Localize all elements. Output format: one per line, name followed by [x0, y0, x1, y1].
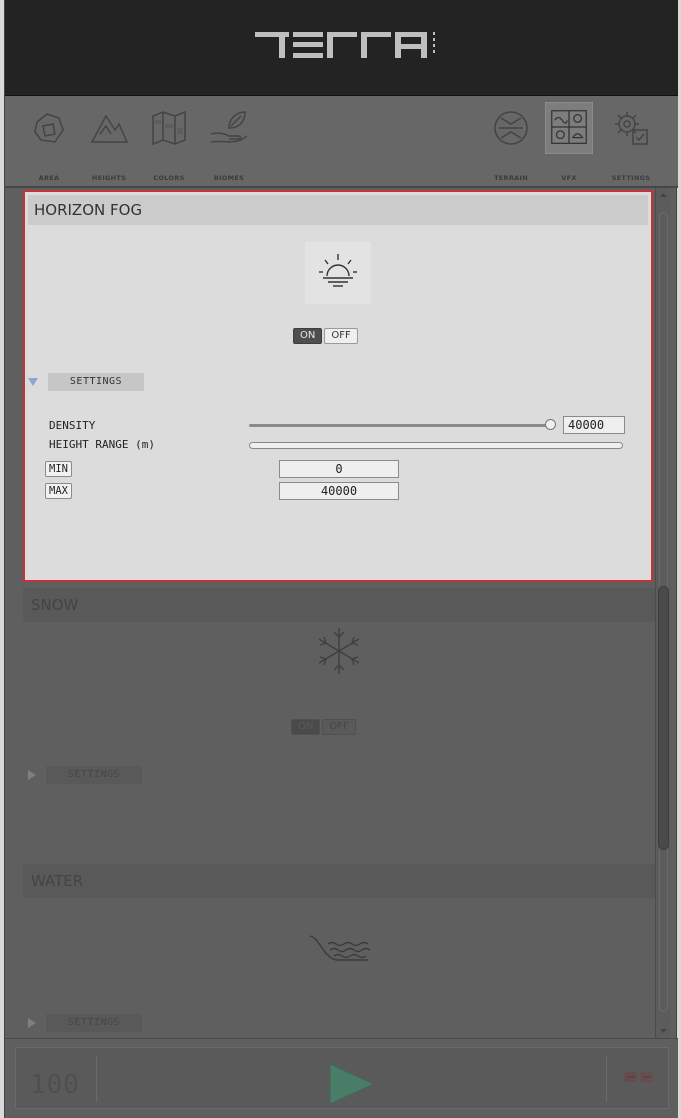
- horizon-fog-title: HORIZON FOG: [28, 195, 648, 225]
- snow-settings-button[interactable]: SETTINGS: [46, 766, 142, 784]
- tab-terrain[interactable]: TERRAIN: [485, 100, 537, 182]
- area-map-icon: [34, 113, 64, 143]
- tab-biomes-label: BIOMES: [213, 174, 245, 182]
- divider: [96, 1056, 97, 1102]
- vfx-panel-icon: [545, 102, 593, 154]
- content-scrollbar[interactable]: [655, 188, 670, 1038]
- tab-vfx[interactable]: VFX: [543, 100, 595, 182]
- water-waves-icon: [309, 935, 371, 961]
- terrain-globe-icon: [494, 111, 528, 145]
- horizon-fog-off-button[interactable]: OFF: [324, 328, 358, 344]
- tab-biomes[interactable]: BIOMES: [203, 100, 255, 182]
- scroll-down-arrow-icon[interactable]: [656, 1024, 671, 1038]
- snow-title: SNOW: [23, 588, 655, 622]
- tab-settings[interactable]: SETTINGS: [605, 100, 657, 182]
- mountain-icon: [90, 114, 129, 143]
- leaf-hand-icon: [210, 111, 248, 143]
- collapsed-triangle-icon: [28, 1018, 36, 1028]
- collapsed-triangle-icon: [28, 770, 36, 780]
- snowflake-icon: [318, 628, 360, 674]
- min-button[interactable]: MIN: [45, 461, 72, 477]
- vfx-content: HORIZON FOG ON OFF SETTINGS DENSITY 4000…: [20, 188, 658, 1038]
- min-value-field[interactable]: 0: [279, 460, 399, 478]
- max-button[interactable]: MAX: [45, 483, 72, 499]
- tab-colors[interactable]: COLORS: [143, 100, 195, 182]
- density-value-field[interactable]: 40000: [563, 416, 625, 434]
- bottom-bar: 100: [5, 1038, 678, 1118]
- app-header: [5, 0, 678, 96]
- horizon-fog-settings-button[interactable]: SETTINGS: [48, 373, 144, 391]
- main-toolbar: AREA HEIGHTS COLORS BIOMES TERRAIN VFX S…: [5, 96, 678, 188]
- tab-heights[interactable]: HEIGHTS: [83, 100, 135, 182]
- progress-counter: 100: [30, 1070, 80, 1100]
- cloud-sync-icon[interactable]: [622, 1068, 656, 1088]
- horizon-fog-icon-box: [305, 242, 371, 304]
- snow-off-button[interactable]: OFF: [322, 719, 356, 735]
- expanded-triangle-icon: [28, 378, 38, 386]
- colors-map-icon: [152, 110, 186, 146]
- horizon-fog-on-button[interactable]: ON: [293, 328, 323, 344]
- density-slider[interactable]: [249, 424, 553, 427]
- snow-settings-header[interactable]: SETTINGS: [28, 766, 142, 784]
- height-range-slider[interactable]: [249, 442, 623, 449]
- max-value-field[interactable]: 40000: [279, 482, 399, 500]
- snow-on-button[interactable]: ON: [291, 719, 321, 735]
- bottom-bar-inner: 100: [15, 1047, 669, 1109]
- density-slider-knob[interactable]: [545, 419, 556, 430]
- horizon-fog-panel: HORIZON FOG ON OFF SETTINGS DENSITY 4000…: [23, 190, 653, 582]
- scroll-up-arrow-icon[interactable]: [656, 188, 671, 202]
- app-window: AREA HEIGHTS COLORS BIOMES TERRAIN VFX S…: [4, 0, 678, 1118]
- horizon-fog-settings-header[interactable]: SETTINGS: [28, 373, 144, 391]
- height-range-label: HEIGHT RANGE (m): [49, 438, 155, 451]
- tab-area[interactable]: AREA: [23, 100, 75, 182]
- sunrise-fog-icon: [319, 254, 357, 287]
- water-settings-header[interactable]: SETTINGS: [28, 1014, 142, 1032]
- gears-icon: [615, 112, 648, 145]
- water-title: WATER: [23, 864, 655, 898]
- divider: [606, 1056, 607, 1102]
- scrollbar-thumb[interactable]: [658, 586, 669, 850]
- density-label: DENSITY: [49, 419, 96, 432]
- tab-settings-label: SETTINGS: [611, 174, 651, 182]
- snow-toggle: ON OFF: [291, 719, 356, 735]
- water-settings-button[interactable]: SETTINGS: [46, 1014, 142, 1032]
- horizon-fog-toggle: ON OFF: [293, 328, 358, 344]
- terra-logo: [255, 32, 435, 58]
- play-icon[interactable]: [326, 1062, 378, 1106]
